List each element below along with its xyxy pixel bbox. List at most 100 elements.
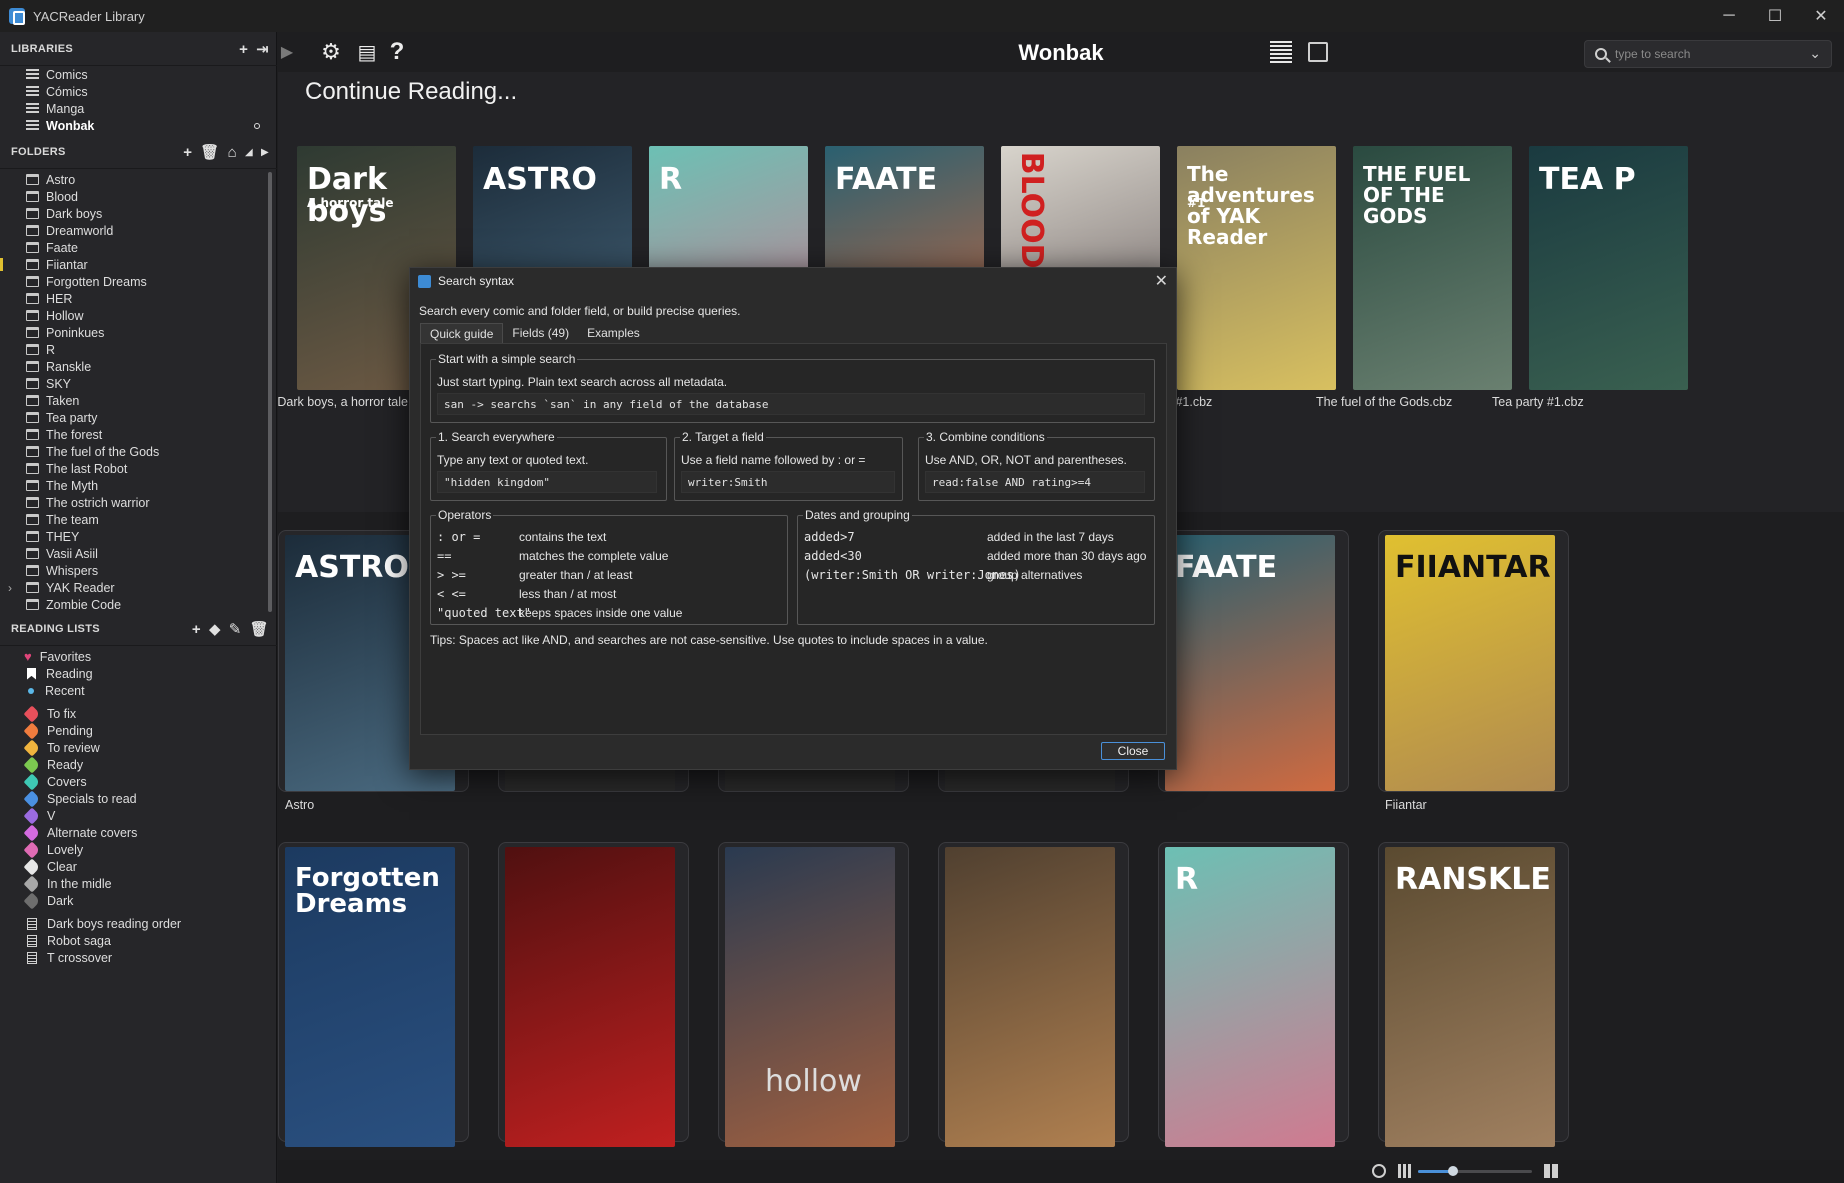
sidebar-library-item[interactable]: Comics — [0, 66, 270, 83]
comic-card[interactable]: hollow — [718, 842, 909, 1147]
sidebar-folder-item[interactable]: The team — [0, 511, 270, 528]
user-list-item[interactable]: Robot saga — [0, 932, 270, 949]
sidebar-folder-item[interactable]: Fiiantar — [0, 256, 270, 273]
zoom-slider-handle[interactable] — [1448, 1166, 1458, 1176]
sidebar-library-item[interactable]: Manga — [0, 100, 270, 117]
sidebar-folder-item[interactable]: Zombie Code — [0, 596, 270, 613]
continue-reading-cover[interactable]: TEA P — [1529, 146, 1688, 390]
sidebar-folder-item[interactable]: Blood — [0, 188, 270, 205]
help-button[interactable]: ? — [386, 38, 408, 65]
sidebar-folder-item[interactable]: R — [0, 341, 270, 358]
search-input[interactable]: type to search ⌄ — [1584, 40, 1832, 68]
label-item[interactable]: In the midle — [0, 875, 270, 892]
sidebar-folder-item[interactable]: Astro — [0, 171, 270, 188]
folder-label: Whispers — [46, 563, 99, 578]
folder-label: Poninkues — [46, 325, 105, 340]
label-item[interactable]: Pending — [0, 722, 270, 739]
reading-list-item[interactable]: ♥ Favorites — [0, 648, 270, 665]
sidebar-folder-item[interactable]: The Myth — [0, 477, 270, 494]
sidebar-folder-item[interactable]: THEY — [0, 528, 270, 545]
sidebar-library-item[interactable]: Cómics — [0, 83, 270, 100]
reading-list-item[interactable]: Reading — [0, 665, 270, 682]
label-item[interactable]: Clear — [0, 858, 270, 875]
sidebar-folder-item[interactable]: Dreamworld — [0, 222, 270, 239]
continue-reading-cover[interactable]: The adventures of YAK Reader #1 — [1177, 146, 1336, 390]
comic-card[interactable]: RANSKLE — [1378, 842, 1569, 1147]
heart-icon: ♥ — [24, 649, 32, 664]
label-item[interactable]: To fix — [0, 705, 270, 722]
comic-card[interactable]: R — [1158, 842, 1349, 1147]
forward-button[interactable]: ▶ — [278, 40, 298, 64]
close-window-button[interactable]: ✕ — [1798, 0, 1844, 32]
sidebar-folder-item[interactable]: The fuel of the Gods — [0, 443, 270, 460]
sidebar-folder-item[interactable]: Whispers — [0, 562, 270, 579]
label-item[interactable]: Specials to read — [0, 790, 270, 807]
sidebar-folder-item[interactable]: Hollow — [0, 307, 270, 324]
user-list-item[interactable]: T crossover — [0, 949, 270, 966]
sidebar-folder-item[interactable]: Faate — [0, 239, 270, 256]
chevron-down-icon[interactable]: ⌄ — [1809, 45, 1821, 62]
minimize-button[interactable]: ─ — [1706, 0, 1752, 32]
comic-card[interactable]: FAATE — [1158, 530, 1349, 792]
sidebar-folder-item[interactable]: Tea party — [0, 409, 270, 426]
sidebar-folder-item[interactable]: Ranskle — [0, 358, 270, 375]
add-library-icon[interactable]: + — [239, 41, 248, 58]
sidebar-folder-item[interactable]: Forgotten Dreams — [0, 273, 270, 290]
label-item[interactable]: V — [0, 807, 270, 824]
sidebar-folder-item[interactable]: HER — [0, 290, 270, 307]
rename-list-icon[interactable]: ✎ — [229, 620, 242, 638]
continue-reading-cover[interactable]: THE FUEL OF THE GODS — [1353, 146, 1512, 390]
expand-arrow-icon[interactable]: › — [8, 581, 12, 595]
sidebar-folder-item[interactable]: The last Robot — [0, 460, 270, 477]
add-folder-icon[interactable]: + — [183, 144, 192, 161]
tab-quick-guide[interactable]: Quick guide — [420, 323, 504, 343]
settings-button[interactable]: ⚙ — [320, 39, 342, 64]
sidebar-folder-item[interactable]: Vasii Asiil — [0, 545, 270, 562]
sidebar-folder-item[interactable]: The ostrich warrior — [0, 494, 270, 511]
maximize-button[interactable]: ☐ — [1752, 0, 1798, 32]
large-grid-icon[interactable] — [1544, 1164, 1558, 1178]
toggle-icon[interactable] — [1372, 1164, 1386, 1178]
fullscreen-button[interactable] — [1308, 42, 1328, 62]
label-item[interactable]: Dark — [0, 892, 270, 909]
comic-card[interactable]: Forgotten Dreams — [278, 842, 469, 1147]
dialog-close-icon[interactable]: ✕ — [1155, 271, 1168, 291]
server-button[interactable]: ▤ — [356, 40, 378, 64]
comic-card[interactable] — [938, 842, 1129, 1147]
label-item[interactable]: Alternate covers — [0, 824, 270, 841]
delete-folder-icon[interactable]: 🗑 — [200, 143, 219, 161]
sidebar-folder-item[interactable]: SKY — [0, 375, 270, 392]
folder-label: Tea party — [46, 410, 98, 425]
expand-icon[interactable]: ▶ — [261, 147, 269, 158]
label-item[interactable]: To review — [0, 739, 270, 756]
collapse-icon[interactable]: ◢ — [245, 147, 253, 158]
sidebar-library-item[interactable]: Wonbak — [0, 117, 270, 134]
import-library-icon[interactable]: ⇥ — [256, 40, 269, 58]
zoom-slider[interactable] — [1418, 1166, 1532, 1176]
grid-view-icon[interactable] — [1398, 1164, 1412, 1178]
folder-label: Zombie Code — [46, 597, 122, 612]
tab-fields[interactable]: Fields (49) — [503, 323, 578, 343]
comic-card[interactable]: FIIANTAR — [1378, 530, 1569, 792]
label-item[interactable]: Ready — [0, 756, 270, 773]
user-list-item[interactable]: Dark boys reading order — [0, 915, 270, 932]
folders-scrollbar[interactable] — [268, 172, 272, 612]
delete-list-icon[interactable]: 🗑 — [250, 620, 269, 638]
sidebar-folder-item[interactable]: Poninkues — [0, 324, 270, 341]
label-item[interactable]: Covers — [0, 773, 270, 790]
sidebar-folder-item[interactable]: Dark boys — [0, 205, 270, 222]
reading-list-item[interactable]: Recent — [0, 682, 270, 699]
add-label-icon[interactable]: ◆ — [209, 620, 221, 638]
operator-description: greater than / at least — [519, 568, 633, 582]
add-list-icon[interactable]: + — [192, 621, 201, 638]
tab-examples[interactable]: Examples — [578, 323, 649, 343]
home-icon[interactable]: ⌂ — [228, 144, 237, 161]
list-view-button[interactable] — [1270, 41, 1292, 63]
label-item[interactable]: Lovely — [0, 841, 270, 858]
sidebar-folder-item[interactable]: › YAK Reader — [0, 579, 270, 596]
close-button[interactable]: Close — [1101, 742, 1165, 760]
comic-card[interactable] — [498, 842, 689, 1147]
sidebar-folder-item[interactable]: Taken — [0, 392, 270, 409]
sidebar-folder-item[interactable]: The forest — [0, 426, 270, 443]
continue-reading-title: Continue Reading... — [305, 78, 518, 105]
